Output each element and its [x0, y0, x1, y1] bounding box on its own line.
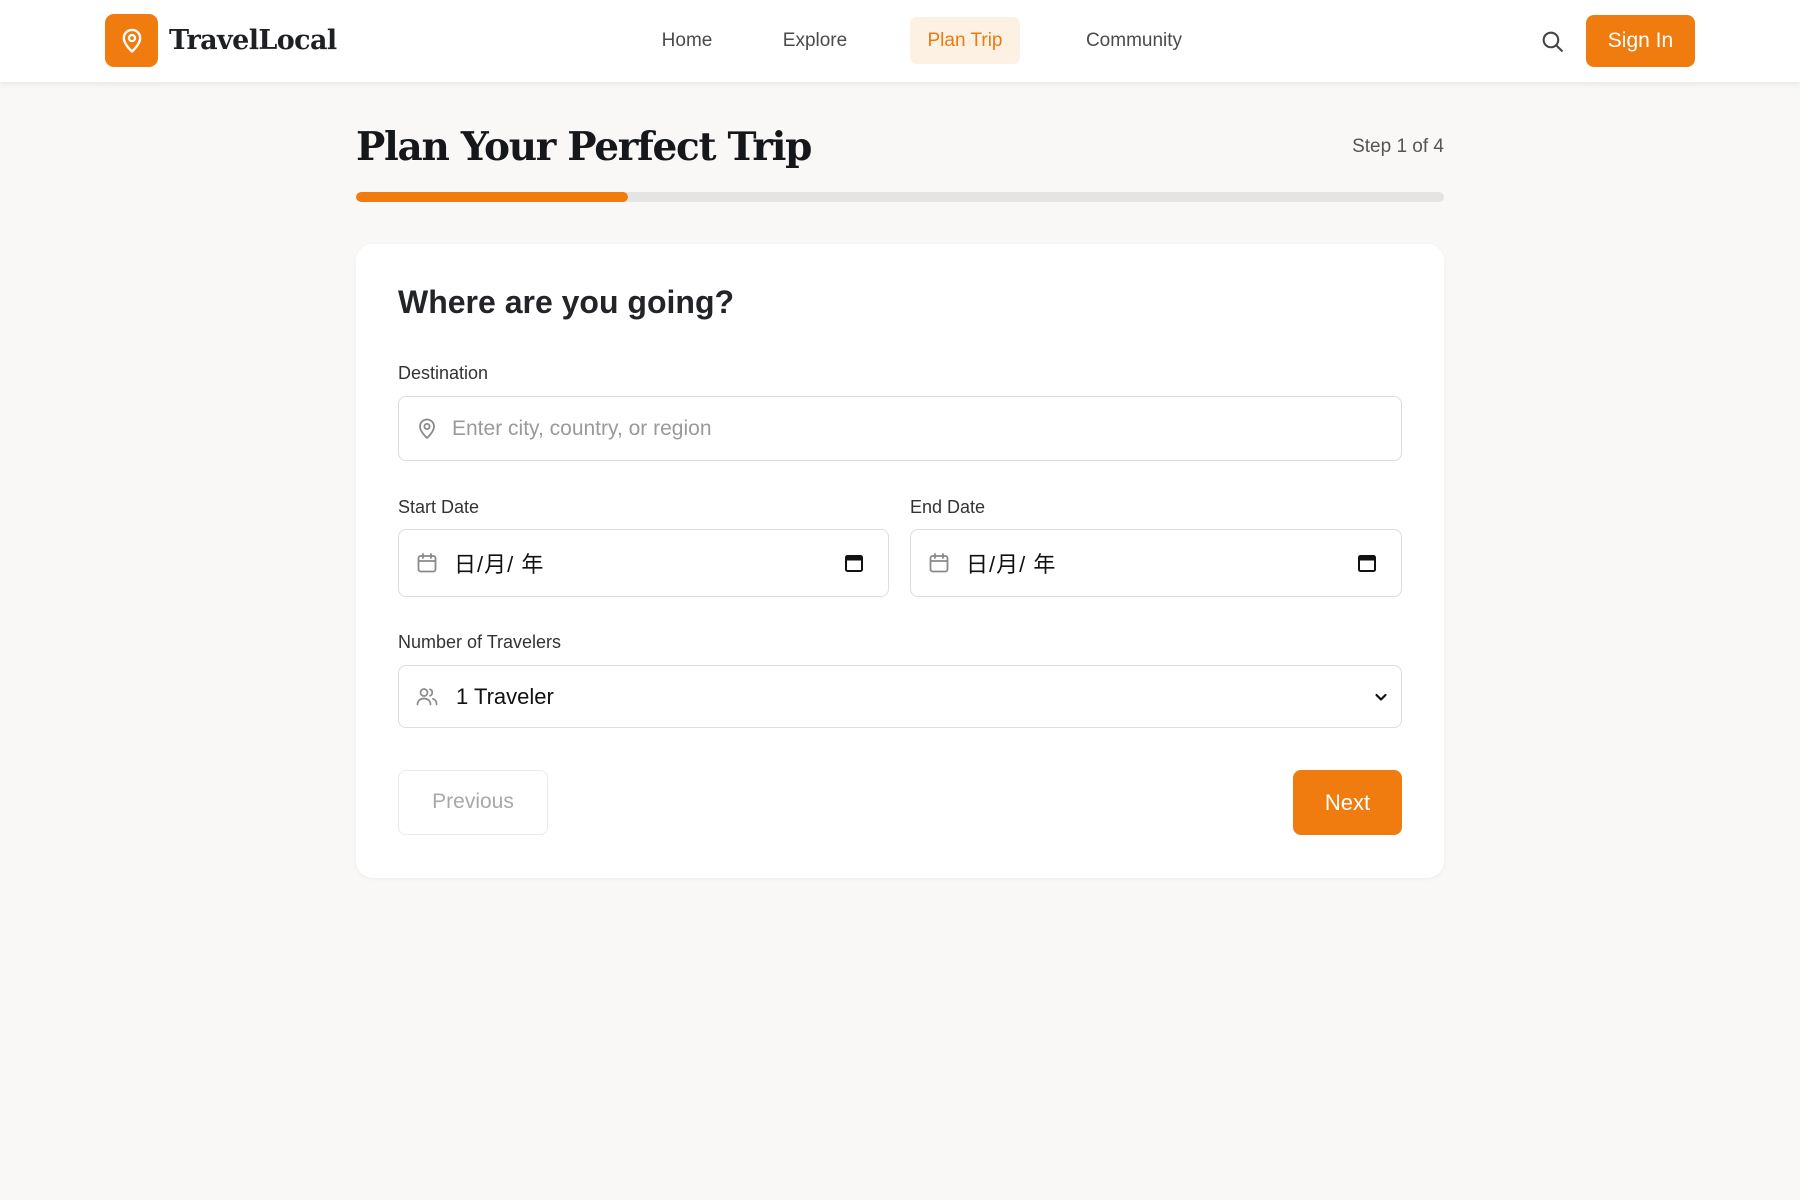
brand-logo[interactable]: TravelLocal — [105, 14, 337, 67]
travelers-label: Number of Travelers — [398, 632, 562, 652]
calendar-icon — [927, 551, 951, 575]
start-date-value: 日/月/ 年 — [454, 552, 545, 577]
chevron-down-icon — [1373, 689, 1389, 705]
sign-in-button[interactable]: Sign In — [1586, 15, 1695, 67]
nav-item-plan-trip[interactable]: Plan Trip — [910, 17, 1020, 64]
end-date-input[interactable]: 日/月/ 年 — [910, 529, 1402, 597]
next-button[interactable]: Next — [1293, 770, 1402, 835]
nav-item-home[interactable]: Home — [646, 17, 728, 64]
map-pin-icon — [105, 14, 158, 67]
calendar-picker-icon[interactable] — [844, 553, 864, 573]
previous-button[interactable]: Previous — [398, 770, 548, 835]
top-navbar: TravelLocal Home Explore Plan Trip Commu… — [0, 0, 1800, 82]
nav-item-explore[interactable]: Explore — [772, 17, 858, 64]
end-date-label: End Date — [910, 497, 986, 517]
start-date-label: Start Date — [398, 497, 480, 517]
progress-bar — [356, 192, 1444, 202]
trip-form-card: Where are you going? Destination Enter c… — [356, 244, 1444, 878]
destination-label: Destination — [398, 363, 489, 383]
form-heading: Where are you going? — [398, 284, 735, 320]
travelers-select[interactable]: 1 Traveler — [398, 665, 1402, 728]
map-pin-icon — [415, 417, 439, 441]
users-icon — [415, 685, 439, 709]
destination-input[interactable]: Enter city, country, or region — [398, 396, 1402, 461]
nav-item-community[interactable]: Community — [1065, 17, 1203, 64]
destination-placeholder: Enter city, country, or region — [452, 416, 712, 440]
page-title: Plan Your Perfect Trip — [356, 124, 812, 170]
search-icon[interactable] — [1535, 24, 1569, 58]
progress-fill — [356, 192, 628, 202]
calendar-icon — [415, 551, 439, 575]
step-indicator: Step 1 of 4 — [1352, 136, 1444, 157]
end-date-value: 日/月/ 年 — [966, 552, 1057, 577]
brand-name: TravelLocal — [169, 25, 337, 56]
travelers-value: 1 Traveler — [456, 683, 554, 709]
calendar-picker-icon[interactable] — [1357, 553, 1377, 573]
start-date-input[interactable]: 日/月/ 年 — [398, 529, 889, 597]
